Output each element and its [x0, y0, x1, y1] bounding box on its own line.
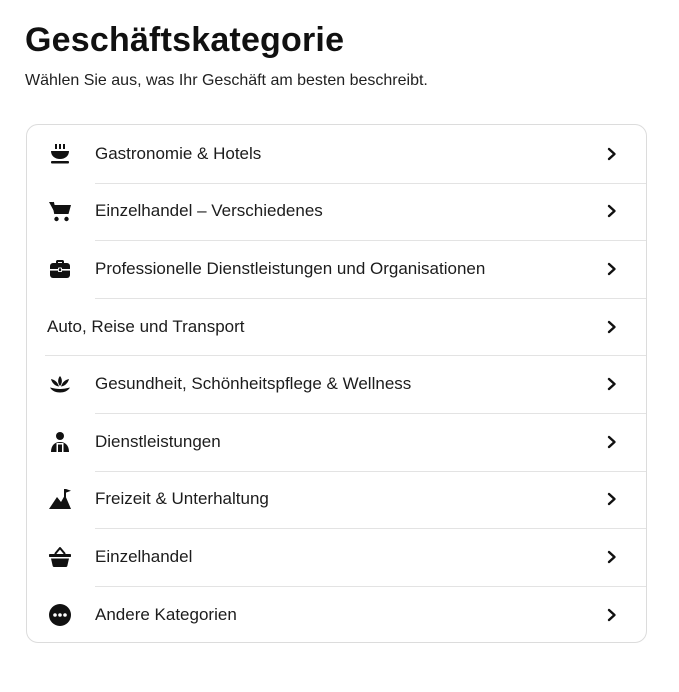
chevron-right-icon: [606, 147, 618, 161]
category-label: Gesundheit, Schönheitspflege & Wellness: [95, 374, 412, 394]
mountain-flag-icon: [47, 486, 73, 512]
category-label: Dienstleistungen: [95, 431, 221, 451]
chevron-right-icon: [606, 435, 618, 449]
category-item-retail[interactable]: Einzelhandel: [27, 528, 646, 586]
category-label: Einzelhandel – Verschiedenes: [95, 201, 323, 221]
category-label: Einzelhandel: [95, 546, 193, 566]
lotus-icon: [47, 371, 73, 397]
page-title: Geschäftskategorie: [25, 21, 345, 59]
category-list-card: Gastronomie & Hotels Einzelhandel – Vers…: [26, 124, 647, 643]
chevron-right-icon: [606, 320, 618, 334]
category-item-other[interactable]: Andere Kategorien: [27, 585, 646, 642]
category-label: Gastronomie & Hotels: [95, 143, 262, 163]
category-label: Professionelle Dienstleistungen und Orga…: [95, 258, 486, 278]
shopping-cart-icon: [47, 198, 73, 224]
category-label: Auto, Reise und Transport: [47, 316, 245, 336]
category-item-retail-misc[interactable]: Einzelhandel – Verschiedenes: [27, 182, 646, 241]
chevron-right-icon: [606, 377, 618, 391]
food-bowl-icon: [47, 141, 73, 167]
business-category-page: Geschäftskategorie Wählen Sie aus, was I…: [0, 0, 679, 692]
category-item-auto-travel[interactable]: Auto, Reise und Transport: [27, 297, 646, 356]
basket-icon: [47, 544, 73, 570]
briefcase-icon: [47, 256, 73, 282]
category-label: Andere Kategorien: [95, 604, 237, 624]
chevron-right-icon: [606, 262, 618, 276]
category-item-professional-services[interactable]: Professionelle Dienstleistungen und Orga…: [27, 240, 646, 298]
chevron-right-icon: [606, 204, 618, 218]
category-list: Gastronomie & Hotels Einzelhandel – Vers…: [27, 125, 646, 642]
category-item-gastronomy[interactable]: Gastronomie & Hotels: [27, 125, 646, 183]
page-subtitle: Wählen Sie aus, was Ihr Geschäft am best…: [25, 72, 428, 89]
more-dots-icon: [47, 602, 73, 628]
category-item-services[interactable]: Dienstleistungen: [27, 412, 646, 471]
category-item-leisure[interactable]: Freizeit & Unterhaltung: [27, 470, 646, 529]
category-item-health-wellness[interactable]: Gesundheit, Schönheitspflege & Wellness: [27, 355, 646, 413]
chevron-right-icon: [606, 492, 618, 506]
chevron-right-icon: [606, 550, 618, 564]
chevron-right-icon: [606, 608, 618, 622]
category-label: Freizeit & Unterhaltung: [95, 489, 269, 509]
person-icon: [47, 429, 73, 455]
